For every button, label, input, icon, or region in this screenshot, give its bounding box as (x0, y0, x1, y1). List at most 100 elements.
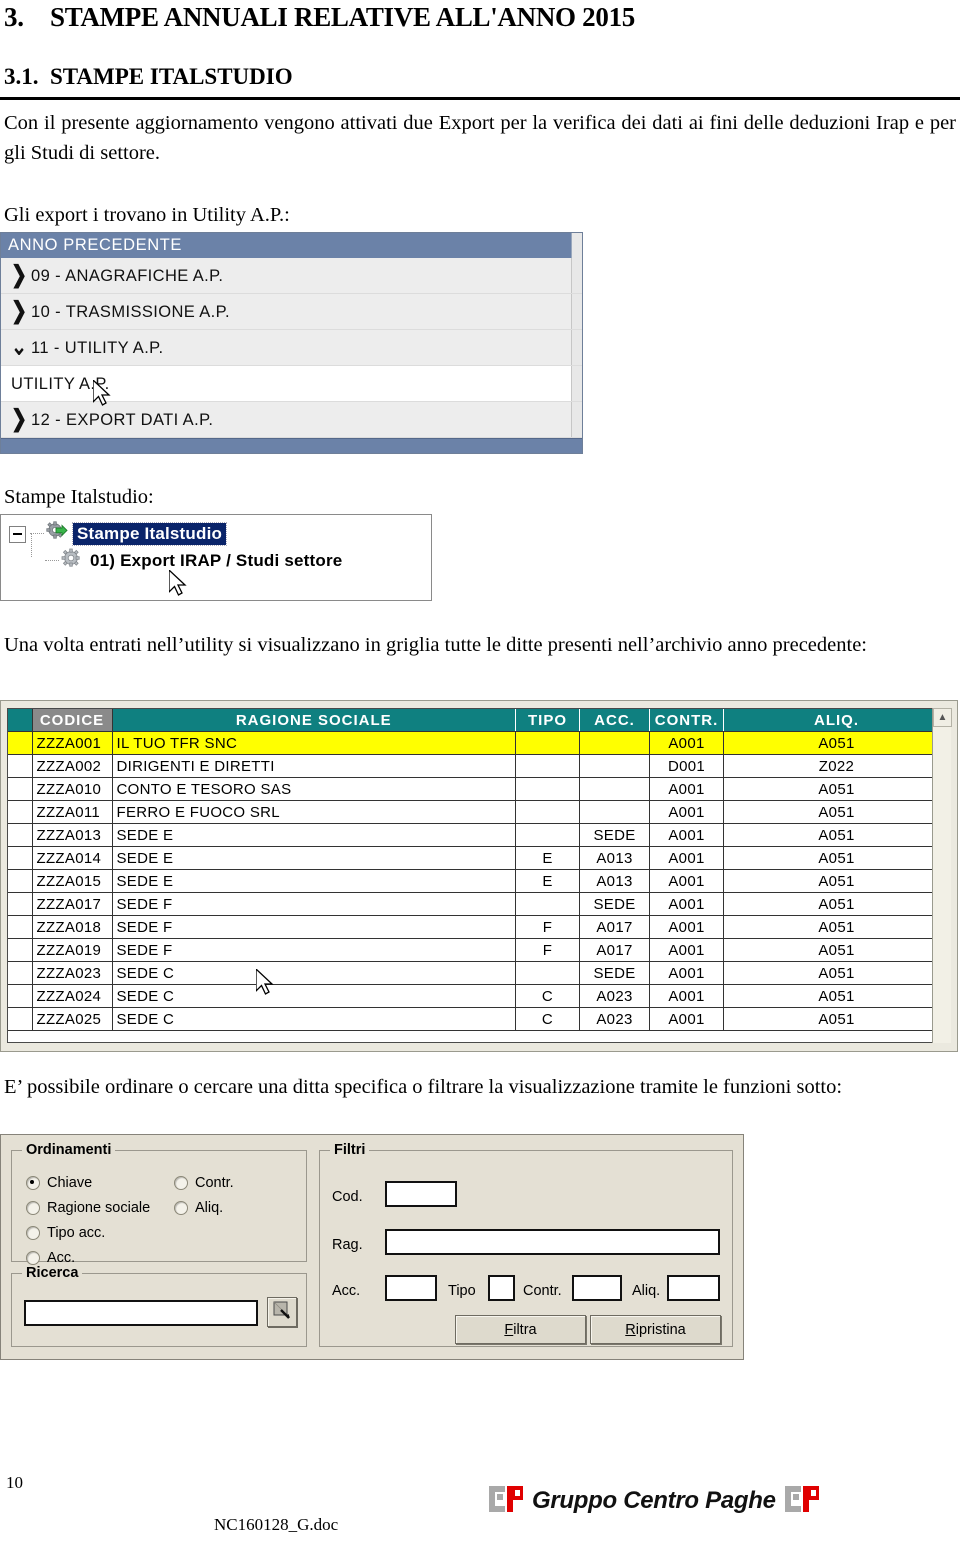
radio-button-icon[interactable] (26, 1251, 40, 1265)
table-row[interactable]: ZZZA011 FERRO E FUOCO SRL A001 A051 (8, 800, 950, 824)
gear-green-arrow-icon (46, 521, 68, 547)
minus-box-icon[interactable] (9, 525, 26, 543)
radio-contr[interactable]: Contr. (174, 1175, 234, 1191)
row-selector-header (8, 709, 33, 732)
label-aliq: Aliq. (632, 1283, 661, 1299)
row-selector[interactable] (8, 846, 33, 870)
ricerca-search-button[interactable] (267, 1297, 297, 1327)
paragraph-griglia-ditte: Una volta entrati nell’utility si visual… (4, 634, 867, 656)
menu-item-utility-ap[interactable]: ⌄ 11 - UTILITY A.P. (1, 330, 582, 366)
radio-acc[interactable]: Acc. (26, 1250, 75, 1266)
tree-node-label: Stampe Italstudio (71, 522, 228, 546)
grid-vertical-scrollbar[interactable]: ▲ (932, 708, 952, 1043)
table-row[interactable]: ZZZA001 IL TUO TFR SNC A001 A051 (8, 731, 950, 755)
menu-item-anagrafiche-ap[interactable]: ❯ 09 - ANAGRAFICHE A.P. (1, 258, 582, 294)
table-row[interactable]: ZZZA019 SEDE F F A017 A001 A051 (8, 938, 950, 962)
row-selector[interactable] (8, 777, 33, 801)
cell-acc: SEDE (579, 823, 650, 847)
ripristina-button[interactable]: Ripristina (590, 1315, 721, 1344)
radio-button-icon[interactable] (26, 1226, 40, 1240)
cell-contr: A001 (649, 800, 724, 824)
radio-tipo-acc[interactable]: Tipo acc. (26, 1225, 105, 1241)
row-selector[interactable] (8, 984, 33, 1008)
cell-tipo: F (515, 915, 580, 939)
radio-ragione-sociale[interactable]: Ragione sociale (26, 1200, 150, 1216)
column-header-ragione-sociale[interactable]: RAGIONE SOCIALE (112, 709, 516, 732)
label-rag: Rag. (332, 1237, 363, 1253)
row-selector[interactable] (8, 938, 33, 962)
row-selector[interactable] (8, 961, 33, 985)
radio-chiave[interactable]: Chiave (26, 1175, 92, 1191)
cell-contr: A001 (649, 731, 724, 755)
cell-contr: A001 (649, 846, 724, 870)
table-row[interactable]: ZZZA025 SEDE C C A023 A001 A051 (8, 1007, 950, 1031)
row-selector[interactable] (8, 754, 33, 778)
row-selector[interactable] (8, 1007, 33, 1031)
table-row[interactable]: ZZZA014 SEDE E E A013 A001 A051 (8, 846, 950, 870)
radio-button-icon[interactable] (26, 1176, 40, 1190)
table-row[interactable]: ZZZA018 SEDE F F A017 A001 A051 (8, 915, 950, 939)
filtra-button[interactable]: Filtra (455, 1315, 586, 1344)
column-header-tipo[interactable]: TIPO (515, 709, 580, 732)
menu-item-label: 10 - TRASMISSIONE A.P. (31, 303, 230, 321)
section-heading: 3.1. STAMPE ITALSTUDIO (4, 64, 293, 90)
cell-aliq: A051 (723, 800, 950, 824)
tree-node-label: 01) Export IRAP / Studi settore (90, 550, 343, 570)
cell-contr: A001 (649, 892, 724, 916)
table-row[interactable]: ZZZA010 CONTO E TESORO SAS A001 A051 (8, 777, 950, 801)
column-header-contr[interactable]: CONTR. (649, 709, 724, 732)
row-selector[interactable] (8, 800, 33, 824)
column-header-codice[interactable]: CODICE (32, 709, 113, 732)
paragraph-ordinare-filtrare: E’ possibile ordinare o cercare una ditt… (4, 1076, 843, 1098)
ricerca-input[interactable] (24, 1300, 258, 1326)
filter-aliq-input[interactable] (667, 1275, 720, 1301)
filter-rag-input[interactable] (385, 1229, 720, 1255)
table-row[interactable]: ZZZA002 DIRIGENTI E DIRETTI D001 Z022 (8, 754, 950, 778)
table-header-row: CODICE RAGIONE SOCIALE TIPO ACC. CONTR. … (8, 709, 950, 732)
cell-codice: ZZZA017 (32, 892, 113, 916)
table-row[interactable]: ZZZA017 SEDE F SEDE A001 A051 (8, 892, 950, 916)
radio-aliq[interactable]: Aliq. (174, 1200, 223, 1216)
row-selector[interactable] (8, 892, 33, 916)
table-row[interactable]: ZZZA013 SEDE E SEDE A001 A051 (8, 823, 950, 847)
scroll-up-arrow-icon[interactable]: ▲ (933, 708, 952, 727)
cell-codice: ZZZA013 (32, 823, 113, 847)
table-row[interactable]: ZZZA023 SEDE C SEDE A001 A051 (8, 961, 950, 985)
filter-tipo-input[interactable] (488, 1275, 515, 1301)
cell-codice: ZZZA023 (32, 961, 113, 985)
cell-contr: A001 (649, 961, 724, 985)
row-selector[interactable] (8, 823, 33, 847)
row-selector[interactable] (8, 915, 33, 939)
column-header-aliq[interactable]: ALIQ. (723, 709, 950, 732)
gruppo-centro-paghe-logo: Gruppo Centro Paghe (489, 1484, 819, 1518)
cell-ragione-sociale: SEDE F (112, 938, 516, 962)
row-selector[interactable] (8, 731, 33, 755)
filter-acc-input[interactable] (385, 1275, 437, 1301)
menu-footer-bar (1, 438, 582, 453)
cell-acc (579, 777, 650, 801)
cell-ragione-sociale: SEDE F (112, 915, 516, 939)
radio-button-icon[interactable] (26, 1201, 40, 1215)
table-body: ZZZA001 IL TUO TFR SNC A001 A051 ZZZA002… (8, 731, 950, 1031)
menu-item-export-dati-ap[interactable]: ❯ 12 - EXPORT DATI A.P. (1, 402, 582, 438)
filter-cod-input[interactable] (385, 1181, 457, 1207)
tree-node-stampe-italstudio[interactable]: Stampe Italstudio (9, 521, 228, 547)
radio-button-icon[interactable] (174, 1201, 188, 1215)
table-row[interactable]: ZZZA015 SEDE E E A013 A001 A051 (8, 869, 950, 893)
row-selector[interactable] (8, 869, 33, 893)
cp-logo-mark-left-icon (489, 1485, 523, 1517)
tree-node-export-irap-studi-settore[interactable]: 01) Export IRAP / Studi settore (45, 548, 342, 573)
column-header-acc[interactable]: ACC. (579, 709, 650, 732)
radio-label: Tipo acc. (47, 1225, 106, 1241)
cell-tipo (515, 823, 580, 847)
cell-contr: A001 (649, 869, 724, 893)
menu-item-label: 11 - UTILITY A.P. (31, 339, 164, 357)
cell-codice: ZZZA015 (32, 869, 113, 893)
search-icon (273, 1301, 291, 1324)
menu-item-trasmissione-ap[interactable]: ❯ 10 - TRASMISSIONE A.P. (1, 294, 582, 330)
table-row[interactable]: ZZZA024 SEDE C C A023 A001 A051 (8, 984, 950, 1008)
cell-acc: A023 (579, 984, 650, 1008)
radio-button-icon[interactable] (174, 1176, 188, 1190)
page-title-text: STAMPE ANNUALI RELATIVE ALL'ANNO 2015 (50, 2, 635, 32)
filter-contr-input[interactable] (572, 1275, 622, 1301)
